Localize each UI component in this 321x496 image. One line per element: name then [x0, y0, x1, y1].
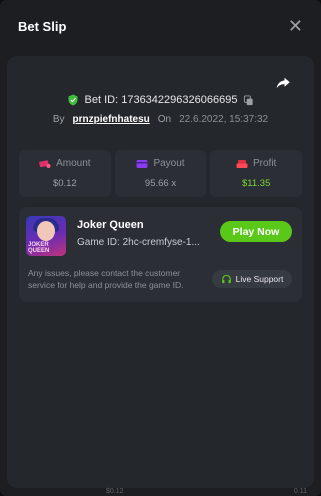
live-support-button[interactable]: Live Support [212, 270, 292, 288]
bet-details-panel: Bet ID: 1736342296326066695 By prnzpiefn… [7, 56, 314, 488]
headset-icon [221, 274, 231, 283]
bet-id: Bet ID: 1736342296326066695 [84, 94, 238, 106]
share-icon[interactable] [274, 74, 292, 92]
profit-label: Profit [253, 158, 277, 169]
game-name: Joker Queen [77, 219, 144, 231]
stat-amount: Amount $0.12 [19, 150, 111, 197]
bet-stats: Amount $0.12 Payout 95.66 x Profit $11.3… [19, 150, 303, 197]
background-amount: $0.12 [106, 488, 124, 495]
bet-slip-modal: Bet Slip ✕ Bet ID: 1736342296326066695 B… [0, 0, 321, 496]
background-value: 0.11 [293, 488, 307, 495]
thumbnail-logo: JOKER QUEEN [28, 242, 50, 254]
modal-header: Bet Slip ✕ [0, 0, 321, 52]
stat-payout: Payout 95.66 x [114, 150, 207, 197]
game-id: Game ID: 2hc-cremfyse-1... [77, 237, 200, 248]
by-label: By [52, 114, 65, 125]
game-thumbnail[interactable]: JOKER QUEEN [26, 216, 66, 256]
bet-id-row: Bet ID: 1736342296326066695 [7, 94, 314, 106]
bet-meta-row: By prnzpiefnhatesu On 22.6.2022, 15:37:3… [7, 114, 314, 125]
money-icon [39, 159, 51, 168]
background-row: $0.12 0.11 [0, 488, 321, 496]
card-icon [136, 159, 148, 168]
game-card: JOKER QUEEN Joker Queen Game ID: 2hc-cre… [19, 207, 302, 302]
support-note: Any issues, please contact the customer … [28, 268, 184, 290]
shield-check-icon [68, 94, 78, 106]
amount-value: $0.12 [52, 178, 77, 189]
amount-label: Amount [56, 158, 91, 169]
payout-label: Payout [153, 158, 185, 169]
play-now-button[interactable]: Play Now [220, 221, 292, 242]
stat-profit: Profit $11.35 [210, 150, 303, 197]
copy-icon[interactable] [243, 94, 254, 106]
payout-value: 95.66 x [144, 178, 177, 189]
on-label: On [157, 114, 172, 125]
bet-date: 22.6.2022, 15:37:32 [179, 114, 269, 125]
profit-value: $11.35 [242, 178, 271, 189]
username-link[interactable]: prnzpiefnhatesu [73, 114, 150, 125]
live-support-label: Live Support [235, 274, 284, 284]
close-icon[interactable]: ✕ [288, 17, 303, 35]
money-icon [236, 159, 248, 168]
modal-title: Bet Slip [18, 18, 67, 34]
